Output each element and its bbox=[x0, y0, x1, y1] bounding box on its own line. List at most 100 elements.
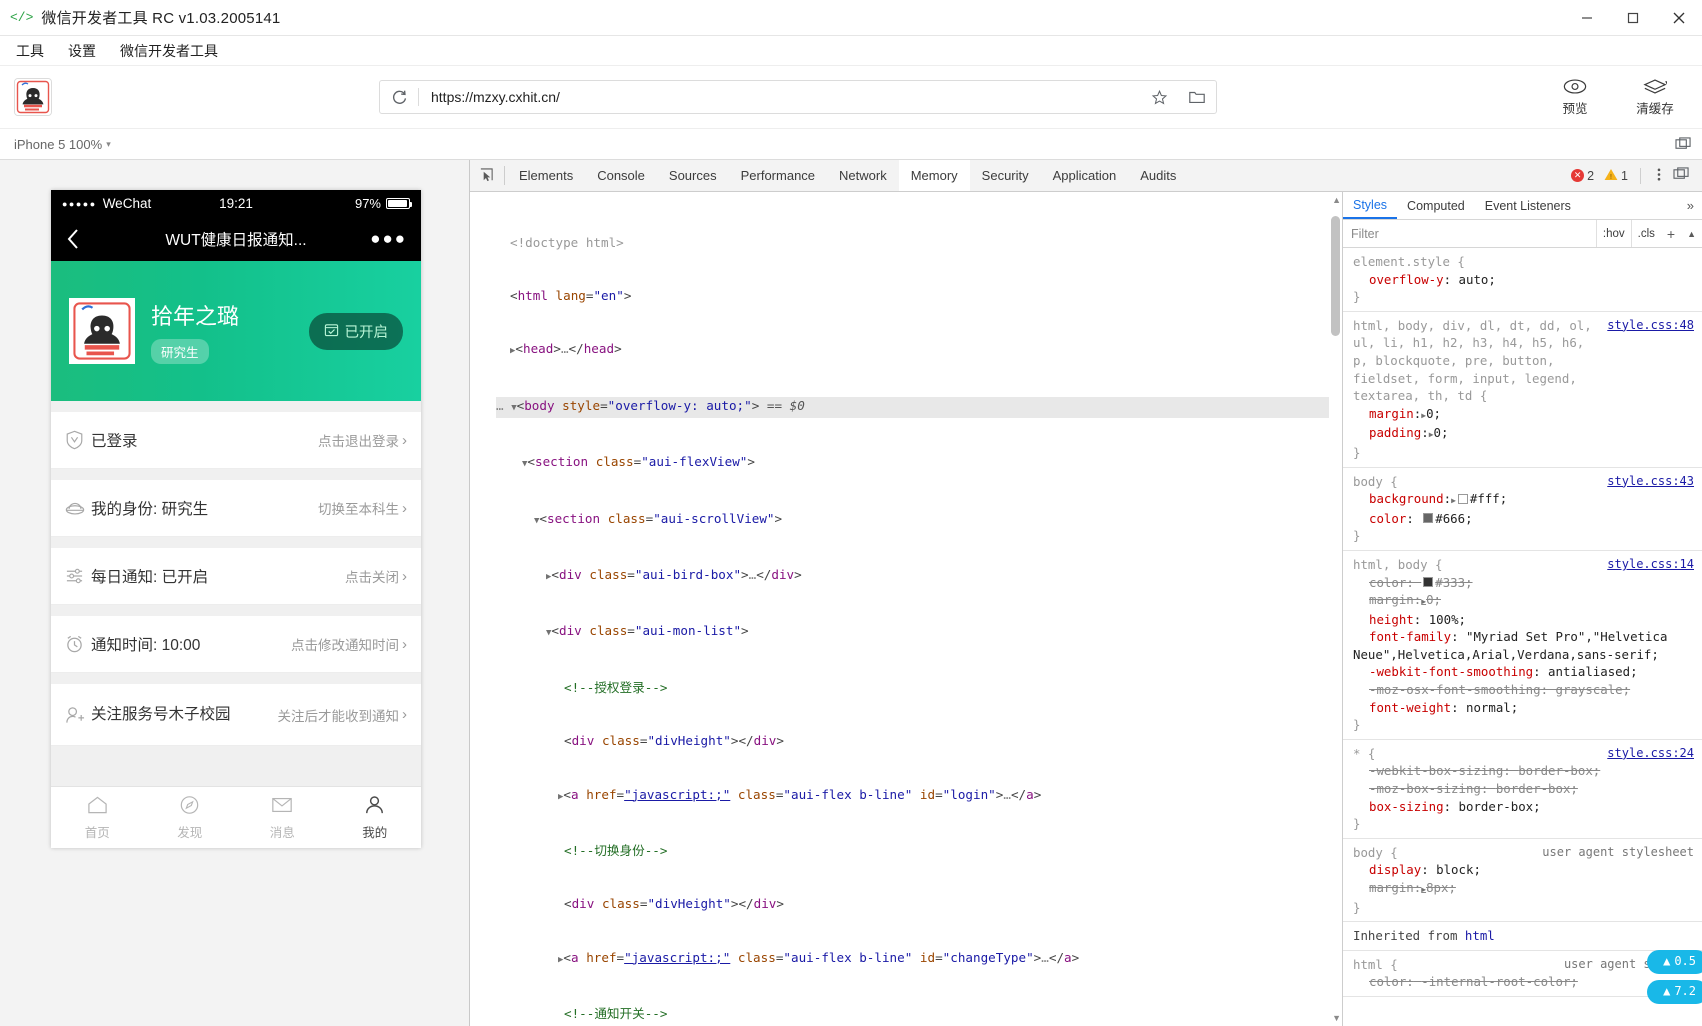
color-swatch[interactable] bbox=[1423, 577, 1433, 587]
css-declaration[interactable]: -moz-box-sizing: border-box; bbox=[1353, 780, 1694, 798]
css-value[interactable]: 100%; bbox=[1429, 612, 1466, 627]
fps-badge-2[interactable]: ▲ 7.2 bbox=[1647, 980, 1702, 1004]
more-dots-icon[interactable]: ●●● bbox=[370, 229, 407, 249]
tab-discover[interactable]: 发现 bbox=[144, 787, 237, 848]
styles-rules-list[interactable]: element.style { overflow-y: auto; } styl… bbox=[1343, 248, 1702, 1026]
row-action[interactable]: 点击退出登录 › bbox=[318, 430, 407, 450]
cls-toggle[interactable]: .cls bbox=[1631, 220, 1661, 247]
new-style-rule-button[interactable]: + bbox=[1661, 226, 1681, 242]
style-rule[interactable]: style.css:48 html, body, div, dl, dt, dd… bbox=[1343, 312, 1702, 468]
style-rule[interactable]: style.css:43 body { background:▶#fff; co… bbox=[1343, 468, 1702, 551]
style-rule[interactable]: style.css:14 html, body { color: #333; m… bbox=[1343, 551, 1702, 740]
css-declaration[interactable]: -webkit-font-smoothing: antialiased; bbox=[1353, 663, 1694, 681]
css-value[interactable]: border-box; bbox=[1459, 799, 1541, 814]
css-declaration[interactable]: -webkit-box-sizing: border-box; bbox=[1353, 762, 1694, 780]
css-value[interactable]: 0; bbox=[1426, 592, 1441, 607]
css-value[interactable]: 8px; bbox=[1426, 880, 1456, 895]
css-declaration[interactable]: background:▶#fff; bbox=[1353, 490, 1694, 510]
row-daily-notification[interactable]: 每日通知: 已开启 点击关闭 › bbox=[51, 548, 421, 605]
menu-item-tools[interactable]: 工具 bbox=[6, 41, 54, 61]
dock-icon[interactable] bbox=[1675, 137, 1692, 152]
css-value[interactable]: normal; bbox=[1466, 700, 1518, 715]
css-declaration[interactable]: display: block; bbox=[1353, 861, 1694, 879]
css-declaration[interactable]: color: #333; bbox=[1353, 574, 1694, 592]
rule-source-link[interactable]: style.css:24 bbox=[1607, 745, 1694, 763]
css-declaration[interactable]: color: #666; bbox=[1353, 510, 1694, 528]
notification-status-button[interactable]: 已开启 bbox=[309, 313, 404, 350]
css-declaration[interactable]: -moz-osx-font-smoothing: grayscale; bbox=[1353, 681, 1694, 699]
row-identity[interactable]: 我的身份: 研究生 切换至本科生 › bbox=[51, 480, 421, 537]
scroll-up-arrow-icon[interactable]: ▲ bbox=[1681, 229, 1702, 239]
inherited-source[interactable]: html bbox=[1465, 928, 1495, 943]
tab-sources[interactable]: Sources bbox=[657, 160, 729, 191]
maximize-button[interactable] bbox=[1610, 0, 1656, 36]
fps-badge-1[interactable]: ▲ 0.5 bbox=[1647, 950, 1702, 974]
tab-network[interactable]: Network bbox=[827, 160, 899, 191]
tab-styles[interactable]: Styles bbox=[1343, 192, 1397, 219]
tab-profile[interactable]: 我的 bbox=[329, 787, 422, 848]
css-declaration[interactable]: overflow-y: auto; bbox=[1353, 271, 1694, 289]
tab-computed[interactable]: Computed bbox=[1397, 192, 1475, 219]
tab-console[interactable]: Console bbox=[585, 160, 657, 191]
menu-item-settings[interactable]: 设置 bbox=[58, 41, 106, 61]
style-rule[interactable]: element.style { overflow-y: auto; } bbox=[1343, 248, 1702, 312]
row-action[interactable]: 关注后才能收到通知 › bbox=[278, 705, 408, 725]
style-rule[interactable]: style.css:24 * { -webkit-box-sizing: bor… bbox=[1343, 740, 1702, 839]
row-login-status[interactable]: 已登录 点击退出登录 › bbox=[51, 412, 421, 469]
menu-item-devtools[interactable]: 微信开发者工具 bbox=[110, 41, 228, 61]
minimize-button[interactable] bbox=[1564, 0, 1610, 36]
rule-source-link[interactable]: style.css:43 bbox=[1607, 473, 1694, 491]
folder-icon[interactable] bbox=[1178, 88, 1216, 106]
filter-input[interactable]: Filter bbox=[1343, 227, 1596, 241]
tab-audits[interactable]: Audits bbox=[1128, 160, 1188, 191]
rule-source-link[interactable]: style.css:14 bbox=[1607, 556, 1694, 574]
css-value[interactable]: #666; bbox=[1435, 511, 1472, 526]
css-declaration[interactable]: margin:▶0; bbox=[1353, 591, 1694, 611]
scroll-up-arrow-icon[interactable]: ▲ bbox=[1332, 195, 1341, 205]
clear-cache-button[interactable]: ▾ 清缓存 bbox=[1624, 78, 1686, 117]
preview-button[interactable]: 预览 bbox=[1544, 78, 1606, 117]
reload-icon[interactable] bbox=[380, 89, 418, 106]
tab-elements[interactable]: Elements bbox=[507, 160, 585, 191]
css-declaration[interactable]: padding:▶0; bbox=[1353, 424, 1694, 444]
css-declaration[interactable]: box-sizing: border-box; bbox=[1353, 798, 1694, 816]
css-value[interactable]: #333; bbox=[1435, 575, 1472, 590]
warning-badge[interactable]: ! 1 bbox=[1604, 168, 1628, 184]
css-value[interactable]: #fff; bbox=[1470, 491, 1507, 506]
css-value[interactable]: -internal-root-color; bbox=[1421, 974, 1578, 989]
rule-source-link[interactable]: style.css:48 bbox=[1607, 317, 1694, 335]
chevrons-right-icon[interactable]: » bbox=[1679, 192, 1702, 219]
tab-home[interactable]: 首页 bbox=[51, 787, 144, 848]
css-value[interactable]: 0; bbox=[1434, 425, 1449, 440]
device-selector[interactable]: iPhone 5 100% bbox=[14, 137, 102, 152]
css-declaration[interactable]: margin:▶8px; bbox=[1353, 879, 1694, 899]
tab-event-listeners[interactable]: Event Listeners bbox=[1475, 192, 1581, 219]
css-declaration[interactable]: font-family: "Myriad Set Pro","Helvetica… bbox=[1353, 628, 1694, 663]
style-rule[interactable]: user agent stylesheet body { display: bl… bbox=[1343, 839, 1702, 922]
tab-memory[interactable]: Memory bbox=[899, 160, 970, 191]
css-declaration[interactable]: font-weight: normal; bbox=[1353, 699, 1694, 717]
css-value[interactable]: grayscale; bbox=[1556, 682, 1631, 697]
tab-messages[interactable]: 消息 bbox=[236, 787, 329, 848]
expand-icon[interactable]: ▶ bbox=[1451, 496, 1456, 505]
css-value[interactable]: border-box; bbox=[1518, 763, 1600, 778]
tab-application[interactable]: Application bbox=[1041, 160, 1129, 191]
chevron-down-icon[interactable]: ▾ bbox=[106, 139, 111, 150]
row-action[interactable]: 点击关闭 › bbox=[345, 566, 407, 586]
tab-performance[interactable]: Performance bbox=[729, 160, 827, 191]
row-notification-time[interactable]: 通知时间: 10:00 点击修改通知时间 › bbox=[51, 616, 421, 673]
css-value[interactable]: antialiased; bbox=[1548, 664, 1638, 679]
css-declaration[interactable]: margin:▶0; bbox=[1353, 405, 1694, 425]
css-value[interactable]: auto; bbox=[1459, 272, 1496, 287]
hov-toggle[interactable]: :hov bbox=[1596, 220, 1631, 247]
close-button[interactable] bbox=[1656, 0, 1702, 36]
css-declaration[interactable]: color: -internal-root-color; bbox=[1353, 973, 1694, 991]
row-action[interactable]: 切换至本科生 › bbox=[318, 498, 407, 518]
star-icon[interactable] bbox=[1140, 89, 1178, 106]
dom-tree[interactable]: <!doctype html> <html lang="en"> ▶<head>… bbox=[496, 192, 1342, 1026]
address-bar[interactable]: https://mzxy.cxhit.cn/ bbox=[379, 80, 1217, 114]
row-follow-service-account[interactable]: 关注服务号木子校园 关注后才能收到通知 › bbox=[51, 684, 421, 746]
css-value[interactable]: block; bbox=[1436, 862, 1481, 877]
dock-side-icon[interactable] bbox=[1669, 167, 1694, 185]
elements-scrollbar[interactable]: ▲ ▼ bbox=[1329, 192, 1342, 1026]
